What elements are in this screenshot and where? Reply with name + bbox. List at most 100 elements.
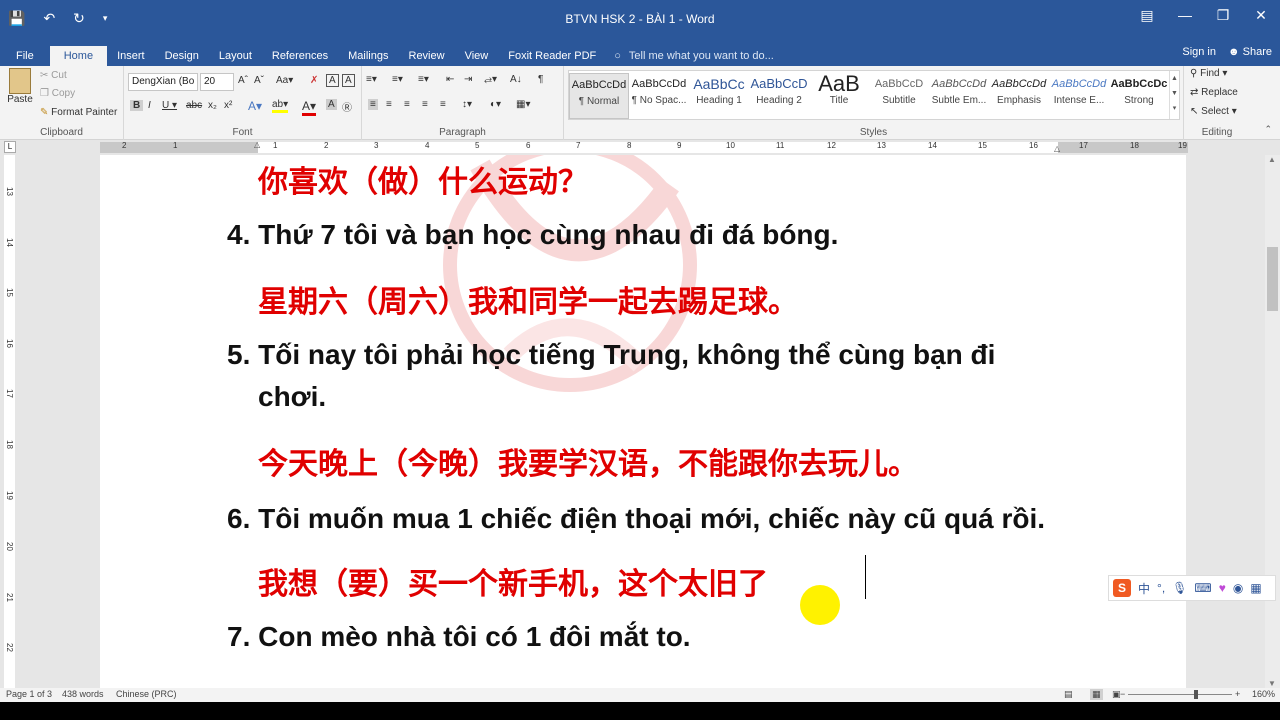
style-emphasis[interactable]: AaBbCcDd Emphasis (989, 73, 1049, 119)
sign-in-link[interactable]: Sign in (1182, 46, 1216, 58)
bullets-icon[interactable]: ≡▾ (366, 74, 377, 85)
toolbox-icon[interactable]: ▦ (1250, 581, 1261, 595)
shading-icon[interactable]: ◐▾ (490, 99, 501, 110)
distributed-icon[interactable]: ≡ (440, 99, 446, 110)
grow-font-icon[interactable]: Aˆ (238, 75, 248, 86)
restore-icon[interactable]: ❐ (1204, 0, 1242, 30)
keyboard-icon[interactable]: ⌨ (1194, 581, 1211, 595)
right-indent-marker-icon[interactable]: △ (1054, 144, 1060, 153)
multilevel-list-icon[interactable]: ≡▾ (418, 74, 429, 85)
numbering-icon[interactable]: ≡▾ (392, 74, 403, 85)
cut-button[interactable]: ✂ Cut (40, 70, 67, 81)
format-painter-button[interactable]: ✎ Format Painter (40, 107, 117, 118)
style-normal[interactable]: AaBbCcDd ¶ Normal (569, 73, 629, 119)
paste-button[interactable]: Paste (6, 68, 34, 105)
style-title[interactable]: AaB Title (809, 73, 869, 119)
select-button[interactable]: ↖ Select ▾ (1190, 106, 1237, 117)
superscript-button[interactable]: x² (224, 100, 232, 111)
underline-button[interactable]: U ▾ (162, 100, 177, 111)
tab-design[interactable]: Design (155, 46, 209, 66)
collapse-ribbon-icon[interactable]: ⌃ (1264, 124, 1272, 135)
print-layout-icon[interactable]: ▦ (1090, 689, 1103, 700)
find-button[interactable]: ⚲ Find ▾ (1190, 68, 1227, 79)
char-border-icon[interactable]: A (342, 74, 355, 87)
tab-review[interactable]: Review (399, 46, 455, 66)
doc-line-vn: 6. Tôi muốn mua 1 chiếc điện thoại mới, … (227, 503, 1046, 534)
align-left-icon[interactable]: ≡ (368, 99, 378, 110)
zoom-out-icon[interactable]: − (1120, 689, 1125, 699)
scroll-thumb[interactable] (1267, 247, 1278, 311)
zoom-knob[interactable] (1194, 690, 1198, 699)
word-count[interactable]: 438 words (62, 689, 104, 699)
tab-file[interactable]: File (0, 46, 50, 66)
horizontal-ruler[interactable]: 2 1 1 2 3 4 5 6 7 8 9 10 11 12 13 14 15 … (100, 140, 1188, 153)
char-shading-icon[interactable]: A (326, 99, 337, 110)
tab-home[interactable]: Home (49, 46, 108, 66)
style-heading-2[interactable]: AaBbCcD Heading 2 (749, 73, 809, 119)
align-center-icon[interactable]: ≡ (386, 99, 392, 110)
zoom-slider[interactable] (1128, 694, 1232, 695)
style-no-spacing[interactable]: AaBbCcDd ¶ No Spac... (629, 73, 689, 119)
tab-view[interactable]: View (455, 46, 499, 66)
enclose-char-icon[interactable]: Ⓡ (342, 99, 352, 114)
change-case-icon[interactable]: Aa▾ (276, 75, 293, 86)
align-right-icon[interactable]: ≡ (404, 99, 410, 110)
justify-icon[interactable]: ≡ (422, 99, 428, 110)
scroll-down-icon[interactable]: ▼ (1268, 679, 1276, 688)
line-spacing-icon[interactable]: ↕▾ (462, 99, 472, 110)
asian-layout-icon[interactable]: ⥄▾ (484, 74, 497, 85)
bold-button[interactable]: B (130, 100, 144, 111)
tab-selector-icon[interactable]: L (4, 141, 16, 153)
share-button[interactable]: ☻ Share (1228, 46, 1272, 58)
style-heading-1[interactable]: AaBbCc Heading 1 (689, 73, 749, 119)
show-marks-icon[interactable]: ¶ (538, 74, 543, 85)
increase-indent-icon[interactable]: ⇥ (464, 74, 472, 85)
sort-icon[interactable]: A↓ (510, 74, 522, 85)
italic-button[interactable]: I (148, 100, 151, 111)
subscript-button[interactable]: x₂ (208, 100, 217, 111)
tab-insert[interactable]: Insert (107, 46, 155, 66)
shrink-font-icon[interactable]: Aˇ (254, 75, 264, 86)
microphone-icon[interactable]: 🎙 (1172, 581, 1187, 595)
document-page[interactable]: 你喜欢（做）什么运动？ 4. Thứ 7 tôi và bạn học cùng… (100, 155, 1186, 688)
style-strong[interactable]: AaBbCcDc Strong (1109, 73, 1169, 119)
gallery-scroll-icon[interactable]: ▲ ▼ ▾ (1169, 71, 1179, 119)
game-icon[interactable]: ◉ (1233, 581, 1243, 595)
tab-layout[interactable]: Layout (209, 46, 262, 66)
copy-button[interactable]: ❐ Copy (40, 88, 75, 99)
clear-formatting-icon[interactable]: ✗ (310, 75, 318, 86)
tab-foxit[interactable]: Foxit Reader PDF (498, 46, 606, 66)
zoom-level[interactable]: 160% (1252, 689, 1275, 699)
replace-button[interactable]: ⇄ Replace (1190, 87, 1238, 98)
language-indicator[interactable]: Chinese (PRC) (116, 689, 177, 699)
zoom-in-icon[interactable]: + (1235, 689, 1240, 699)
sogou-logo-icon[interactable]: S (1113, 579, 1131, 597)
strikethrough-button[interactable]: abc (186, 100, 202, 111)
vertical-scrollbar[interactable]: ▲ ▼ (1265, 155, 1280, 688)
vertical-ruler[interactable]: 13 14 15 16 17 18 19 20 21 22 (0, 155, 18, 688)
borders-icon[interactable]: ▦▾ (516, 99, 530, 110)
indent-marker-icon[interactable]: △ (254, 140, 260, 149)
tab-mailings[interactable]: Mailings (338, 46, 398, 66)
skin-icon[interactable]: ♥ (1219, 581, 1226, 595)
style-subtitle[interactable]: AaBbCcD Subtitle (869, 73, 929, 119)
decrease-indent-icon[interactable]: ⇤ (446, 74, 454, 85)
ribbon-display-icon[interactable]: ▤ (1128, 0, 1166, 30)
page-count[interactable]: Page 1 of 3 (6, 689, 52, 699)
read-mode-icon[interactable]: ▤ (1064, 689, 1073, 700)
highlight-icon[interactable]: ab▾ (272, 99, 289, 113)
tell-me-search[interactable]: Tell me what you want to do... (629, 46, 774, 66)
punctuation-icon[interactable]: °, (1157, 581, 1165, 595)
tab-references[interactable]: References (262, 46, 338, 66)
phonetic-guide-icon[interactable]: A (326, 74, 339, 87)
font-color-icon[interactable]: A▾ (302, 99, 317, 116)
minimize-icon[interactable]: — (1166, 0, 1204, 30)
scroll-up-icon[interactable]: ▲ (1268, 155, 1276, 164)
text-effects-icon[interactable]: A▾ (248, 99, 262, 113)
font-name-combo[interactable]: DengXian (Bo (128, 73, 198, 91)
style-intense-emphasis[interactable]: AaBbCcDd Intense E... (1049, 73, 1109, 119)
style-subtle-emphasis[interactable]: AaBbCcDd Subtle Em... (929, 73, 989, 119)
close-icon[interactable]: ✕ (1242, 0, 1280, 30)
ime-mode-toggle[interactable]: 中 (1138, 580, 1150, 597)
font-size-combo[interactable]: 20 (200, 73, 234, 91)
